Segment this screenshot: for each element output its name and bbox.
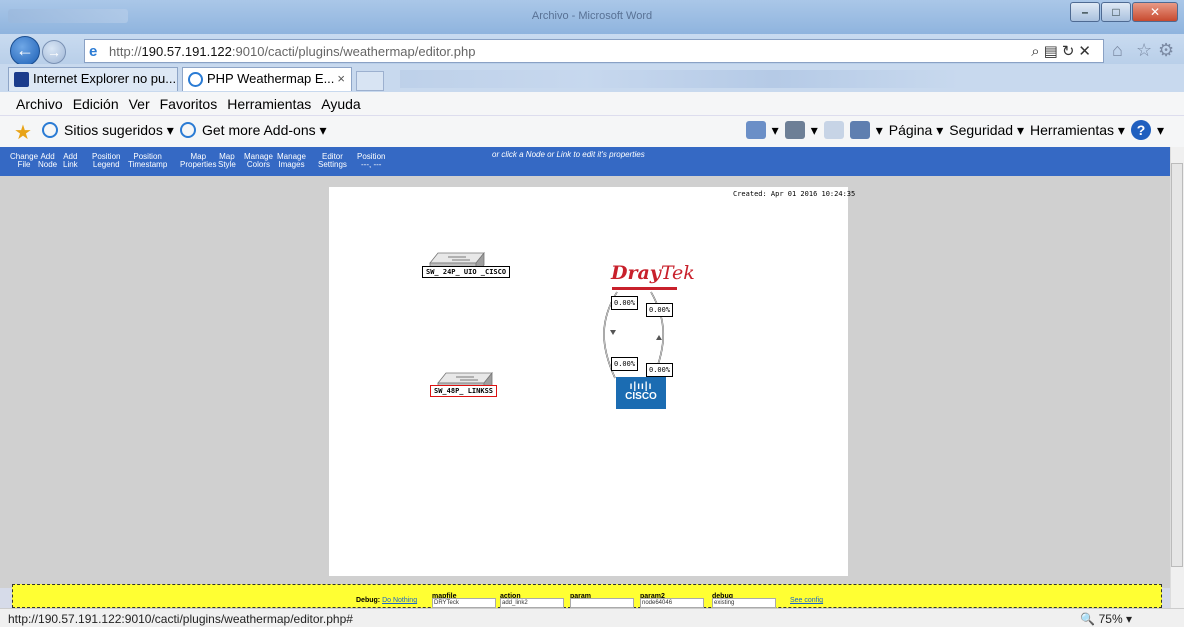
debug-field[interactable]: existing xyxy=(712,598,776,608)
cisco-logo[interactable]: ı|ıı|ı CISCO xyxy=(616,377,666,409)
window-title: Archivo - Microsoft Word xyxy=(531,10,653,22)
help-icon[interactable]: ? xyxy=(1130,120,1151,140)
tab-weathermap-editor[interactable]: PHP Weathermap E... × xyxy=(182,67,352,91)
back-button[interactable]: ← xyxy=(10,36,40,66)
home-icon[interactable] xyxy=(745,121,766,139)
link-label[interactable]: 0.00% xyxy=(646,303,674,317)
minimize-button[interactable]: – xyxy=(1070,2,1100,22)
get-addons-button[interactable]: Get more Add-ons ▾ xyxy=(180,122,327,139)
link-label[interactable]: 0.00% xyxy=(611,296,639,310)
menu-items: Archivo Edición Ver Favoritos Herramient… xyxy=(16,96,361,112)
address-tools: ⌕▤↻✕ xyxy=(1031,42,1095,60)
print-icon[interactable] xyxy=(849,121,870,139)
menu-ayuda[interactable]: Ayuda xyxy=(321,96,360,112)
menu-archivo[interactable]: Archivo xyxy=(16,96,63,112)
new-tab-button[interactable] xyxy=(356,71,384,91)
pagina-menu[interactable]: Página ▾ xyxy=(889,122,944,139)
menu-favoritos[interactable]: Favoritos xyxy=(160,96,218,112)
toolbar-button-label: Link xyxy=(63,160,78,169)
toolbar-button-label: Node xyxy=(38,160,58,169)
weathermap[interactable] xyxy=(329,187,848,576)
toolbar-button-position-[interactable]: Position ---, --- xyxy=(357,153,385,169)
action-field[interactable]: add_link2 xyxy=(500,598,564,608)
ie-icon: e xyxy=(89,43,98,60)
mapfile-field[interactable]: DRYTeck xyxy=(432,598,496,608)
background-ribbon xyxy=(400,70,960,88)
toolbar-button-add-node[interactable]: Add Node xyxy=(38,153,57,169)
toolbar-button-editor-settings[interactable]: Editor Settings xyxy=(318,153,347,169)
toolbar-button-label: Properties xyxy=(180,160,217,169)
title-bar: Archivo - Microsoft Word – □ ✕ xyxy=(0,0,1184,34)
tab-close-icon[interactable]: × xyxy=(337,68,345,90)
toolbar-button-add-link[interactable]: Add Link xyxy=(63,153,78,169)
toolbar-button-label: Timestamp xyxy=(128,160,168,169)
search-icon[interactable]: ⌕ xyxy=(1031,43,1043,60)
url-text: http://190.57.191.122:9010/cacti/plugins… xyxy=(109,44,476,59)
tab-favicon-icon xyxy=(14,72,29,87)
tab-label: PHP Weathermap E... xyxy=(207,71,335,86)
toolbar-button-position-legend[interactable]: Position Legend xyxy=(92,153,120,169)
param-field[interactable] xyxy=(570,598,634,608)
tab-label: Internet Explorer no pu... xyxy=(33,71,177,86)
zoom-icon: 🔍 xyxy=(1080,612,1096,626)
toolbar-button-manage-colors[interactable]: Manage Colors xyxy=(244,153,273,169)
tab-internet-explorer[interactable]: Internet Explorer no pu... xyxy=(8,67,178,91)
ie-icon xyxy=(42,122,58,138)
menu-ver[interactable]: Ver xyxy=(129,96,150,112)
seguridad-menu[interactable]: Seguridad ▾ xyxy=(949,122,1024,139)
node-sw-24p[interactable]: SW_ 24P_ UIO _CISCO xyxy=(422,266,511,278)
ie-icon xyxy=(180,122,196,138)
window-controls: – □ ✕ xyxy=(1069,2,1178,22)
editor-hint: or click a Node or Link to edit it's pro… xyxy=(492,150,645,159)
status-bar: http://190.57.191.122:9010/cacti/plugins… xyxy=(0,608,1184,627)
forward-button[interactable]: → xyxy=(42,40,66,64)
suggested-sites-button[interactable]: Sitios sugeridos ▾ xyxy=(42,122,174,139)
toolbar-button-label: Colors xyxy=(246,160,271,169)
compat-icon[interactable]: ▤ xyxy=(1044,43,1062,60)
menu-edicion[interactable]: Edición xyxy=(73,96,119,112)
param2-field[interactable]: node64046 xyxy=(640,598,704,608)
favorites-star-icon[interactable]: ★ xyxy=(14,120,32,145)
toolbar-button-label: ---, --- xyxy=(361,160,382,169)
toolbar-button-manage-images[interactable]: Manage Images xyxy=(277,153,306,169)
toolbar-button-map-style[interactable]: Map Style xyxy=(218,153,236,169)
do-nothing-link[interactable]: Do Nothing xyxy=(382,597,417,604)
toolbar-button-map-properties[interactable]: Map Properties xyxy=(180,153,216,169)
status-url: http://190.57.191.122:9010/cacti/plugins… xyxy=(8,612,353,626)
menu-herramientas[interactable]: Herramientas xyxy=(227,96,311,112)
address-bar[interactable]: e http://190.57.191.122:9010/cacti/plugi… xyxy=(84,39,1104,63)
draytek-logo[interactable]: DrayTek xyxy=(611,262,695,284)
zoom-level[interactable]: 🔍 75% ▾ xyxy=(1080,612,1132,626)
mail-icon[interactable] xyxy=(823,121,844,139)
close-button[interactable]: ✕ xyxy=(1132,2,1178,22)
toolbar-button-label: Images xyxy=(278,160,305,169)
toolbar-button-label: File xyxy=(17,160,31,169)
node-sw-48p[interactable]: SW_48P_ LINKSS xyxy=(430,385,498,397)
see-config-link[interactable]: See config xyxy=(790,597,823,604)
maximize-button[interactable]: □ xyxy=(1101,2,1131,22)
toolbar-button-change-file[interactable]: Change File xyxy=(10,153,38,169)
toolbar-button-label: Style xyxy=(218,160,236,169)
created-timestamp[interactable]: Created: Apr 01 2016 10:24:35 xyxy=(733,190,855,198)
toolbar-button-position-timestamp[interactable]: Position Timestamp xyxy=(128,153,167,169)
favorites-star-icon[interactable]: ☆ xyxy=(1136,40,1152,61)
command-bar: ▾ ▾ ▾ Página ▾ Seguridad ▾ Herramientas … xyxy=(745,120,1164,140)
cisco-text: CISCO xyxy=(625,391,657,402)
scrollbar-thumb[interactable] xyxy=(1171,163,1183,567)
home-icon[interactable]: ⌂ xyxy=(1112,40,1123,61)
herramientas-menu[interactable]: Herramientas ▾ xyxy=(1030,122,1125,139)
refresh-icon[interactable]: ↻ xyxy=(1062,43,1079,60)
toolbar-button-label: Legend xyxy=(92,160,120,169)
stop-icon[interactable]: ✕ xyxy=(1078,43,1095,60)
link-label[interactable]: 0.00% xyxy=(646,363,674,377)
feeds-icon[interactable] xyxy=(784,121,805,139)
gear-icon[interactable]: ⚙ xyxy=(1158,40,1174,61)
link-label[interactable]: 0.00% xyxy=(611,357,639,371)
debug-label: Debug: Do Nothing xyxy=(356,597,418,604)
ie-icon xyxy=(188,72,203,87)
toolbar-button-label: Settings xyxy=(318,160,347,169)
